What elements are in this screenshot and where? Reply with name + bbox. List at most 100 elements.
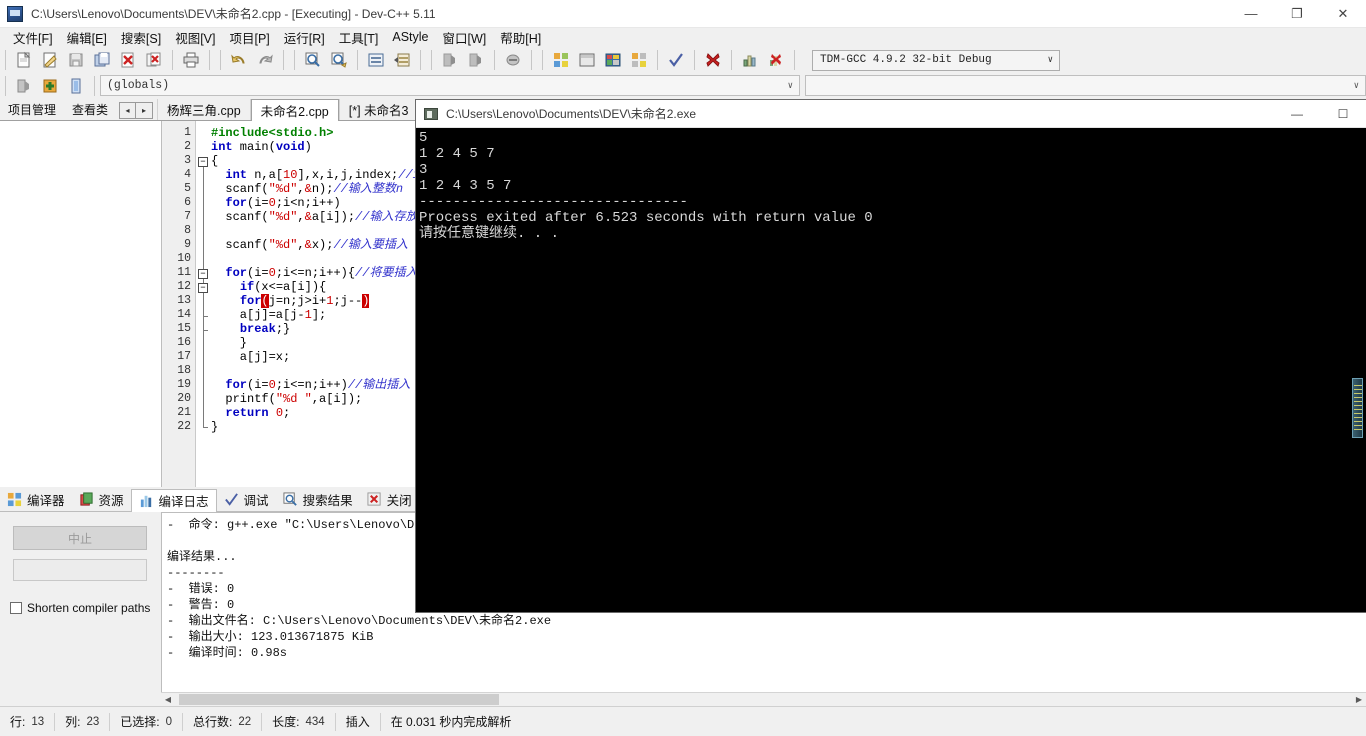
find-icon[interactable] [302,49,324,71]
add-to-project-icon[interactable] [39,75,61,97]
console-minimize-icon[interactable]: — [1274,100,1320,128]
replace-icon[interactable] [328,49,350,71]
close-all-files-icon[interactable] [143,49,165,71]
code-line[interactable]: int main(void) [211,140,312,154]
menu-edit[interactable]: 编辑[E] [60,27,114,48]
menu-window[interactable]: 窗口[W] [436,27,494,48]
code-line[interactable]: scanf("%d",&a[i]);//输入存放 [211,210,417,224]
code-line[interactable]: return 0; [211,406,290,420]
bottom-tab-resources[interactable]: 资源 [72,488,131,511]
minimize-icon[interactable]: — [1228,0,1274,28]
code-line[interactable]: for(i=0;i<=n;i++){//将要插入 [211,266,417,280]
dock-tab-project-manager[interactable]: 项目管理 [0,99,64,120]
console-output[interactable]: 51 2 4 5 731 2 4 3 5 7 ------------------… [416,128,1366,612]
code-line[interactable]: int n,a[10],x,i,j,index;//i, [211,168,427,182]
fold-marker-line11[interactable]: − [198,269,208,279]
bottom-tab-compiler[interactable]: 编译器 [0,488,72,511]
editor-tab-untitled3[interactable]: [*] 未命名3 [338,99,419,120]
editor-tab-untitled2[interactable]: 未命名2.cpp [250,99,339,121]
menu-astyle[interactable]: AStyle [385,29,435,45]
console-scrollbar-thumb[interactable] [1352,378,1363,438]
rebuild-all-icon[interactable] [628,49,650,71]
toolbar-divider [731,50,732,70]
console-window[interactable]: C:\Users\Lenovo\Documents\DEV\未命名2.exe —… [416,100,1366,612]
debug-step-icon[interactable] [13,75,35,97]
bottom-tab-debug[interactable]: 调试 [217,488,276,511]
open-project-icon[interactable] [465,49,487,71]
console-scrollbar[interactable] [1349,128,1366,612]
code-line[interactable]: #include<stdio.h> [211,126,333,140]
tab-nav-buttons: ◂ ▸ [119,102,154,119]
menu-tools[interactable]: 工具[T] [332,27,386,48]
compile-icon[interactable] [550,49,572,71]
close-icon[interactable]: ✕ [1320,0,1366,28]
code-line[interactable]: scanf("%d",&x);//输入要插入 [211,238,407,252]
compile-and-run-icon[interactable] [602,49,624,71]
close-file-icon[interactable] [117,49,139,71]
menu-help[interactable]: 帮助[H] [493,27,548,48]
code-line[interactable]: a[j]=a[j-1]; [211,308,326,322]
new-file-icon[interactable] [13,49,35,71]
compile-log-hscrollbar[interactable]: ◀ ▶ [161,692,1366,706]
code-line[interactable]: for(i=0;i<=n;i++)//输出插入 [211,378,410,392]
maximize-icon[interactable]: ❐ [1274,0,1320,28]
code-line[interactable]: a[j]=x; [211,350,290,364]
secondary-combo[interactable]: ∨ [805,75,1366,96]
status-row: 行: 13 [0,711,54,733]
status-total-lines: 总行数: 22 [183,711,261,733]
new-project-icon[interactable] [439,49,461,71]
menu-run[interactable]: 运行[R] [277,27,332,48]
profile-analysis-icon[interactable] [739,49,761,71]
scroll-left-icon[interactable]: ◀ [161,693,175,706]
print-icon[interactable] [180,49,202,71]
fold-marker-line3[interactable]: − [198,157,208,167]
console-maximize-icon[interactable]: ☐ [1320,100,1366,128]
redo-icon[interactable] [254,49,276,71]
code-line[interactable]: scanf("%d",&n);//输入整数n [211,182,403,196]
menu-view[interactable]: 视图[V] [168,27,222,48]
hscroll-thumb[interactable] [179,694,499,705]
dock-tab-class-browser[interactable]: 查看类 [64,99,116,120]
project-manager-panel[interactable] [0,121,162,487]
syntax-check-icon[interactable] [665,49,687,71]
bottom-tab-close[interactable]: 关闭 [360,488,419,511]
stop-execution-icon[interactable] [702,49,724,71]
save-file-icon[interactable] [65,49,87,71]
bottom-tab-search-results[interactable]: 搜索结果 [276,488,360,511]
goto-line-icon[interactable] [365,49,387,71]
delete-profile-icon[interactable] [765,49,787,71]
tab-scroll-right-icon[interactable]: ▸ [136,102,154,119]
project-options-icon[interactable] [502,49,524,71]
shorten-compiler-paths-row[interactable]: Shorten compiler paths [10,601,160,615]
code-line[interactable]: } [211,336,247,350]
line-number: 15 [177,322,191,335]
scroll-right-icon[interactable]: ▶ [1352,693,1366,706]
menu-project[interactable]: 项目[P] [222,27,276,48]
code-line[interactable]: printf("%d ",a[i]); [211,392,362,406]
remove-from-project-icon[interactable] [65,75,87,97]
run-icon[interactable] [576,49,598,71]
open-file-icon[interactable] [39,49,61,71]
save-all-icon[interactable] [91,49,113,71]
shorten-compiler-paths-checkbox[interactable] [10,602,22,614]
code-line[interactable]: for(i=0;i<n;i++) [211,196,340,210]
menu-search[interactable]: 搜索[S] [114,27,168,48]
bottom-tab-compile-log[interactable]: 编译日志 [130,488,217,512]
menu-file[interactable]: 文件[F] [6,27,60,48]
code-line[interactable]: for(j=n;j>i+1;j--) [211,294,370,308]
editor-tab-yanghui[interactable]: 杨辉三角.cpp [157,99,251,120]
code-line[interactable]: { [211,154,218,168]
compiler-set-combo[interactable]: TDM-GCC 4.9.2 32-bit Debug ∨ [812,49,1060,71]
code-line[interactable]: break;} [211,322,290,336]
fold-marker-line12[interactable]: − [198,283,208,293]
tab-scroll-left-icon[interactable]: ◂ [119,102,137,119]
goto-function-icon[interactable] [391,49,413,71]
hscroll-track[interactable] [175,693,1352,706]
code-line[interactable]: if(x<=a[i]){ [211,280,326,294]
globals-combo[interactable]: (globals) ∨ [100,75,800,96]
code-line[interactable]: } [211,420,218,434]
undo-icon[interactable] [228,49,250,71]
code-folding-column[interactable]: − − − [197,121,211,487]
line-number: 16 [177,336,191,349]
abort-button[interactable]: 中止 [13,526,147,550]
